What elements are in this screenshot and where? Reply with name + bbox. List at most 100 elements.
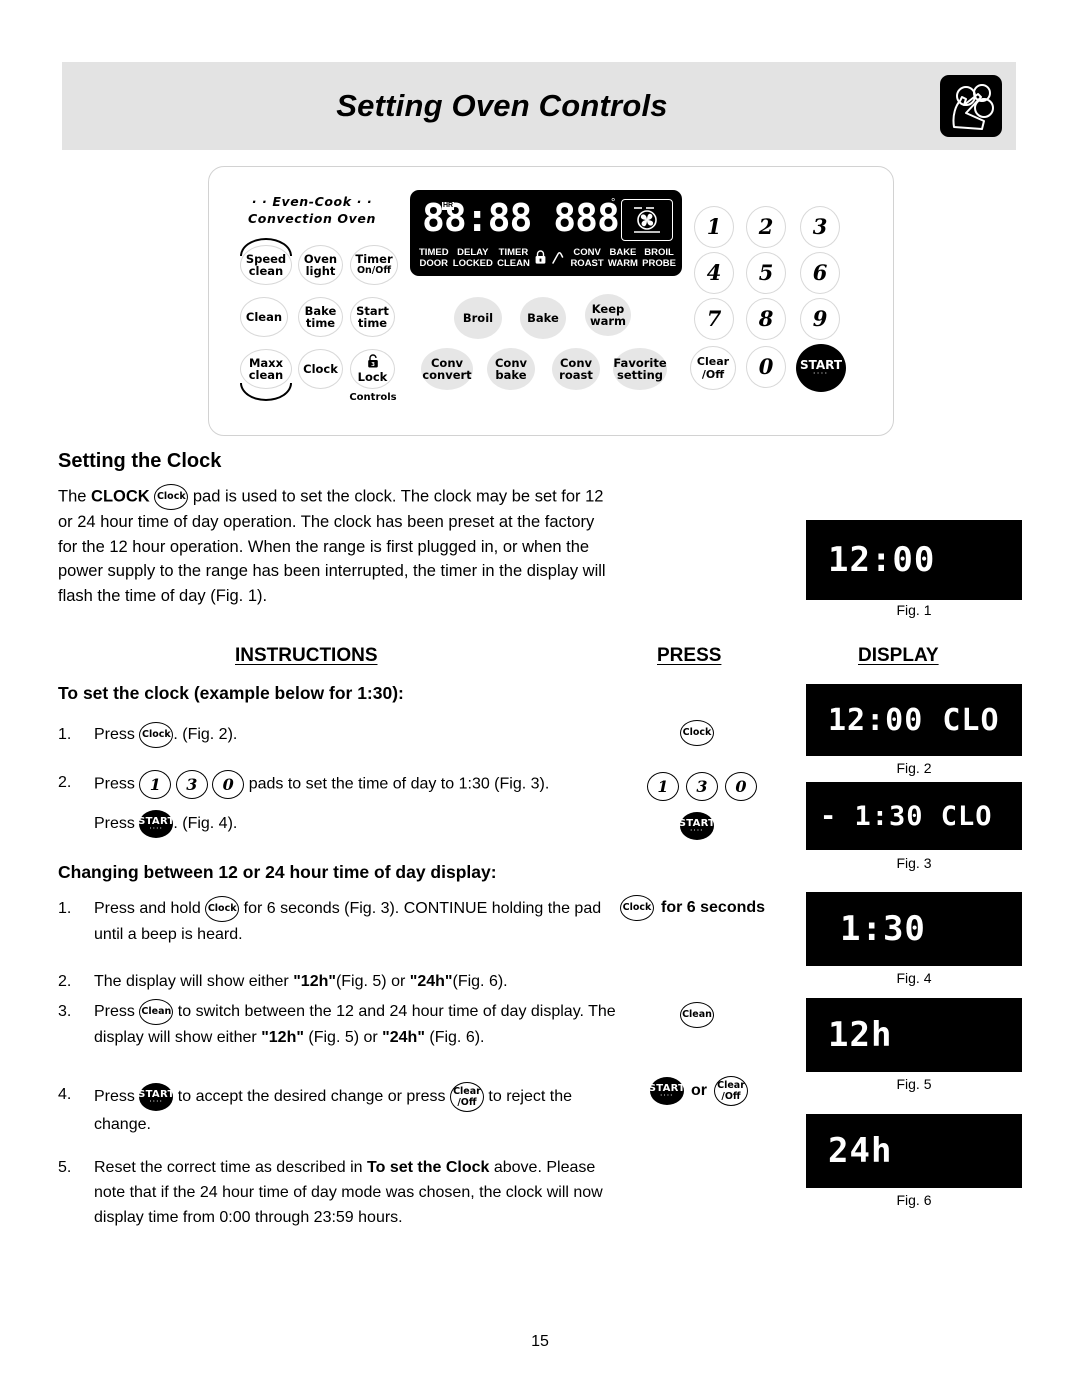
start-pad-icon: START ···· [649,1077,685,1105]
pad-clean[interactable]: Clean [240,297,288,337]
set-clock-step-1: 1. Press Clock. (Fig. 2). [58,722,628,748]
step-number: 4. [58,1086,72,1103]
start-pad-icon: START ···· [138,810,174,838]
step-number: 5. [58,1159,72,1176]
indicator-timer-clean: TIMER CLEAN [497,247,530,269]
indicator-delay-locked: DELAY LOCKED [452,247,493,269]
keypad-clear-off[interactable]: Clear /Off [690,346,736,390]
step-number: 1. [58,726,72,743]
figure-1-display: 12:00 [806,520,1022,600]
keypad-2[interactable]: 2 [746,206,786,248]
pad-maxx-clean[interactable]: Maxx clean [240,349,292,389]
digit-0-pad-icon: 0 [212,770,245,799]
change-step-4: 4. Press START ···· to accept the desired… [58,1082,628,1137]
setting-clock-heading: Setting the Clock [58,450,222,472]
clock-pad-icon: Clock [154,484,189,510]
step-number: 3. [58,1003,72,1020]
clean-pad-icon: Clean [680,1002,714,1028]
pad-bake[interactable]: Bake [520,297,566,339]
pad-start-time[interactable]: Start time [350,297,395,337]
pad-oven-light[interactable]: Oven light [298,245,343,285]
column-header-display: DISPLAY [858,645,939,666]
keypad-8[interactable]: 8 [746,298,786,340]
page-title: Setting Oven Controls [336,88,668,123]
press-clock-hold: Clock for 6 seconds [620,895,765,921]
change-step-1: 1. Press and hold Clock for 6 seconds (F… [58,896,628,947]
pad-favorite-setting[interactable]: Favorite setting [613,348,667,390]
press-digits-130: 1 3 0 [647,772,757,801]
clean-pad-icon: Clean [139,999,174,1025]
brand-line-2: Convection Oven [248,211,376,226]
keypad-start[interactable]: START ···· [796,344,846,392]
figure-6-text: 24h [828,1131,893,1171]
pad-conv-roast[interactable]: Conv roast [552,348,600,390]
or-label: or [691,1082,707,1099]
pad-conv-convert[interactable]: Conv convert [421,348,473,390]
keypad-3[interactable]: 3 [800,206,840,248]
lock-icon [534,249,547,270]
figure-5-caption: Fig. 5 [896,1076,932,1092]
pad-speed-clean[interactable]: Speed clean [240,245,292,285]
figure-2-caption: Fig. 2 [896,760,932,776]
change-step-3: 3. Press Clean to switch between the 12 … [58,999,628,1050]
press-clean: Clean [680,1002,714,1028]
pad-lock-controls[interactable]: 3 Lock [350,349,395,389]
change-step-2: 2. The display will show either "12h"(Fi… [58,969,628,994]
keypad-0[interactable]: 0 [746,346,786,388]
convection-fan-icon [621,199,673,241]
pad-clock[interactable]: Clock [298,349,343,389]
brand-label: · · Even-Cook · · Convection Oven [222,193,402,227]
svg-text:3: 3 [371,362,375,368]
press-start-1: START ···· [679,812,715,840]
pad-broil[interactable]: Broil [454,297,502,339]
figure-3-text: - 1:30 CLO [820,800,993,832]
to-set-clock-heading: To set the clock (example below for 1:30… [58,683,404,703]
pad-keep-warm[interactable]: Keep warm [585,294,631,336]
keypad-6[interactable]: 6 [800,252,840,294]
figure-1-caption: Fig. 1 [896,602,932,618]
clock-pad-icon: Clock [620,895,654,921]
set-clock-step-2b: Press START ····. (Fig. 4). [58,810,628,838]
start-dots: ···· [813,371,829,378]
pad-bake-time[interactable]: Bake time [298,297,343,337]
figure-5-text: 12h [828,1015,893,1055]
digit-1-pad-icon: 1 [139,770,172,799]
changing-format-heading: Changing between 12 or 24 hour time of d… [58,862,497,882]
figure-4-text: 1:30 [840,909,926,949]
digit-3-pad-icon: 3 [175,770,208,799]
set-clock-step-2: 2. Press 1 3 0 pads to set the time of d… [58,770,628,799]
led-hr-tag: HR [442,202,455,210]
keypad-5[interactable]: 5 [746,252,786,294]
hand-pressing-buttons-icon [940,75,1002,137]
oven-led-display-module: 88:88 888 HR ° TIMED DOOR DELAY LOCKED T… [410,190,682,276]
keypad-9[interactable]: 9 [800,298,840,340]
figure-2-text: 12:00 CLO [828,702,1000,738]
keypad-1[interactable]: 1 [694,206,734,248]
probe-icon [551,250,566,270]
keypad-4[interactable]: 4 [694,252,734,294]
led-degree-symbol: ° [611,197,616,209]
figure-1-text: 12:00 [828,540,936,580]
clock-pad-icon: Clock [205,896,240,922]
figure-3-display: - 1:30 CLO [806,782,1022,850]
figure-2-display: 12:00 CLO [806,684,1022,756]
pad-timer-onoff[interactable]: Timer On/Off [350,245,398,285]
page-number: 15 [531,1333,549,1350]
step-number: 1. [58,900,72,917]
indicator-broil-probe: BROIL PROBE [642,247,676,269]
keypad-7[interactable]: 7 [694,298,734,340]
clear-off-pad-icon: Clear/Off [714,1076,748,1106]
setting-clock-paragraph: The CLOCK Clock pad is used to set the c… [58,484,618,608]
pad-conv-bake[interactable]: Conv bake [487,348,535,390]
start-pad-icon: START ···· [679,812,715,840]
step-number: 2. [58,973,72,990]
clock-pad-icon: Clock [139,722,174,748]
hold-duration-note: for 6 seconds [661,899,766,916]
press-start-or-clear: START ···· or Clear/Off [649,1076,748,1106]
figure-6-display: 24h [806,1114,1022,1188]
press-clock-1: Clock [680,720,714,746]
step-number: 2. [58,774,72,791]
lock-controls-caption: Controls [349,392,397,403]
digit-1-pad-icon: 1 [647,772,679,801]
indicator-timed-door: TIMED DOOR [419,247,449,269]
